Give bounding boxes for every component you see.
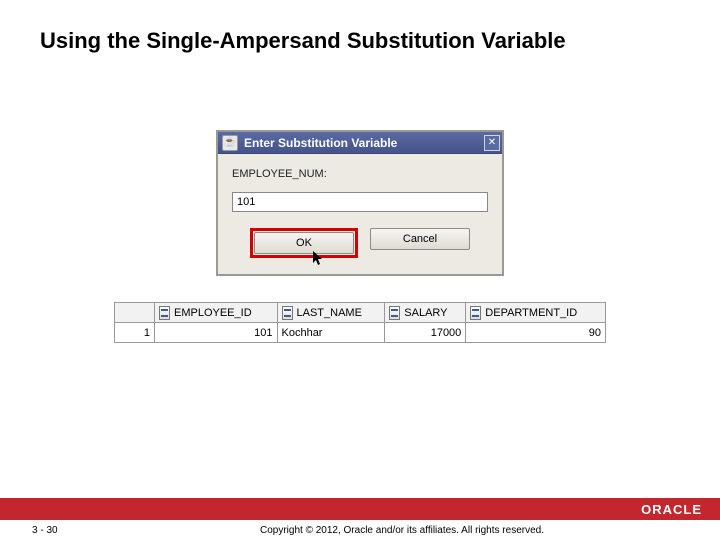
rownum-cell: 1 [115,323,155,343]
ok-button[interactable]: OK [254,232,354,254]
col-label: DEPARTMENT_ID [485,306,577,318]
col-label: SALARY [404,306,447,318]
footer-text-row: 3 - 30 Copyright © 2012, Oracle and/or i… [0,520,720,540]
oracle-logo: ORACLE [641,502,702,517]
dialog-title: Enter Substitution Variable [244,136,478,150]
cell-department-id: 90 [466,323,606,343]
col-header-salary[interactable]: SALARY [385,303,466,323]
table-header-row: EMPLOYEE_ID LAST_NAME SALARY DEPARTMENT_… [115,303,606,323]
col-header-last-name[interactable]: LAST_NAME [277,303,385,323]
cancel-button[interactable]: Cancel [370,228,470,250]
column-icon [389,306,400,320]
field-label: EMPLOYEE_NUM: [232,168,488,180]
column-icon [470,306,481,320]
ok-highlight-box: OK [250,228,358,258]
cell-employee-id: 101 [155,323,278,343]
substitution-dialog: ☕ Enter Substitution Variable ✕ EMPLOYEE… [216,130,504,276]
footer: ORACLE 3 - 30 Copyright © 2012, Oracle a… [0,498,720,540]
brand-strip: ORACLE [0,498,720,520]
page-title: Using the Single-Ampersand Substitution … [40,28,566,54]
close-button[interactable]: ✕ [484,135,500,151]
cell-last-name: Kochhar [277,323,385,343]
dialog-button-row: OK Cancel [232,228,488,258]
col-label: EMPLOYEE_ID [174,306,252,318]
result-table: EMPLOYEE_ID LAST_NAME SALARY DEPARTMENT_… [114,302,606,343]
employee-num-input[interactable] [232,192,488,212]
cell-salary: 17000 [385,323,466,343]
table-row[interactable]: 1 101 Kochhar 17000 90 [115,323,606,343]
close-icon: ✕ [488,137,496,148]
col-header-employee-id[interactable]: EMPLOYEE_ID [155,303,278,323]
page-number: 3 - 30 [32,525,112,536]
col-header-department-id[interactable]: DEPARTMENT_ID [466,303,606,323]
column-icon [159,306,170,320]
col-label: LAST_NAME [297,306,362,318]
dialog-body: EMPLOYEE_NUM: OK Cancel [218,154,502,274]
column-icon [282,306,293,320]
dialog-titlebar[interactable]: ☕ Enter Substitution Variable ✕ [218,132,502,154]
java-icon: ☕ [222,135,238,151]
copyright-text: Copyright © 2012, Oracle and/or its affi… [112,525,692,536]
rownum-header [115,303,155,323]
